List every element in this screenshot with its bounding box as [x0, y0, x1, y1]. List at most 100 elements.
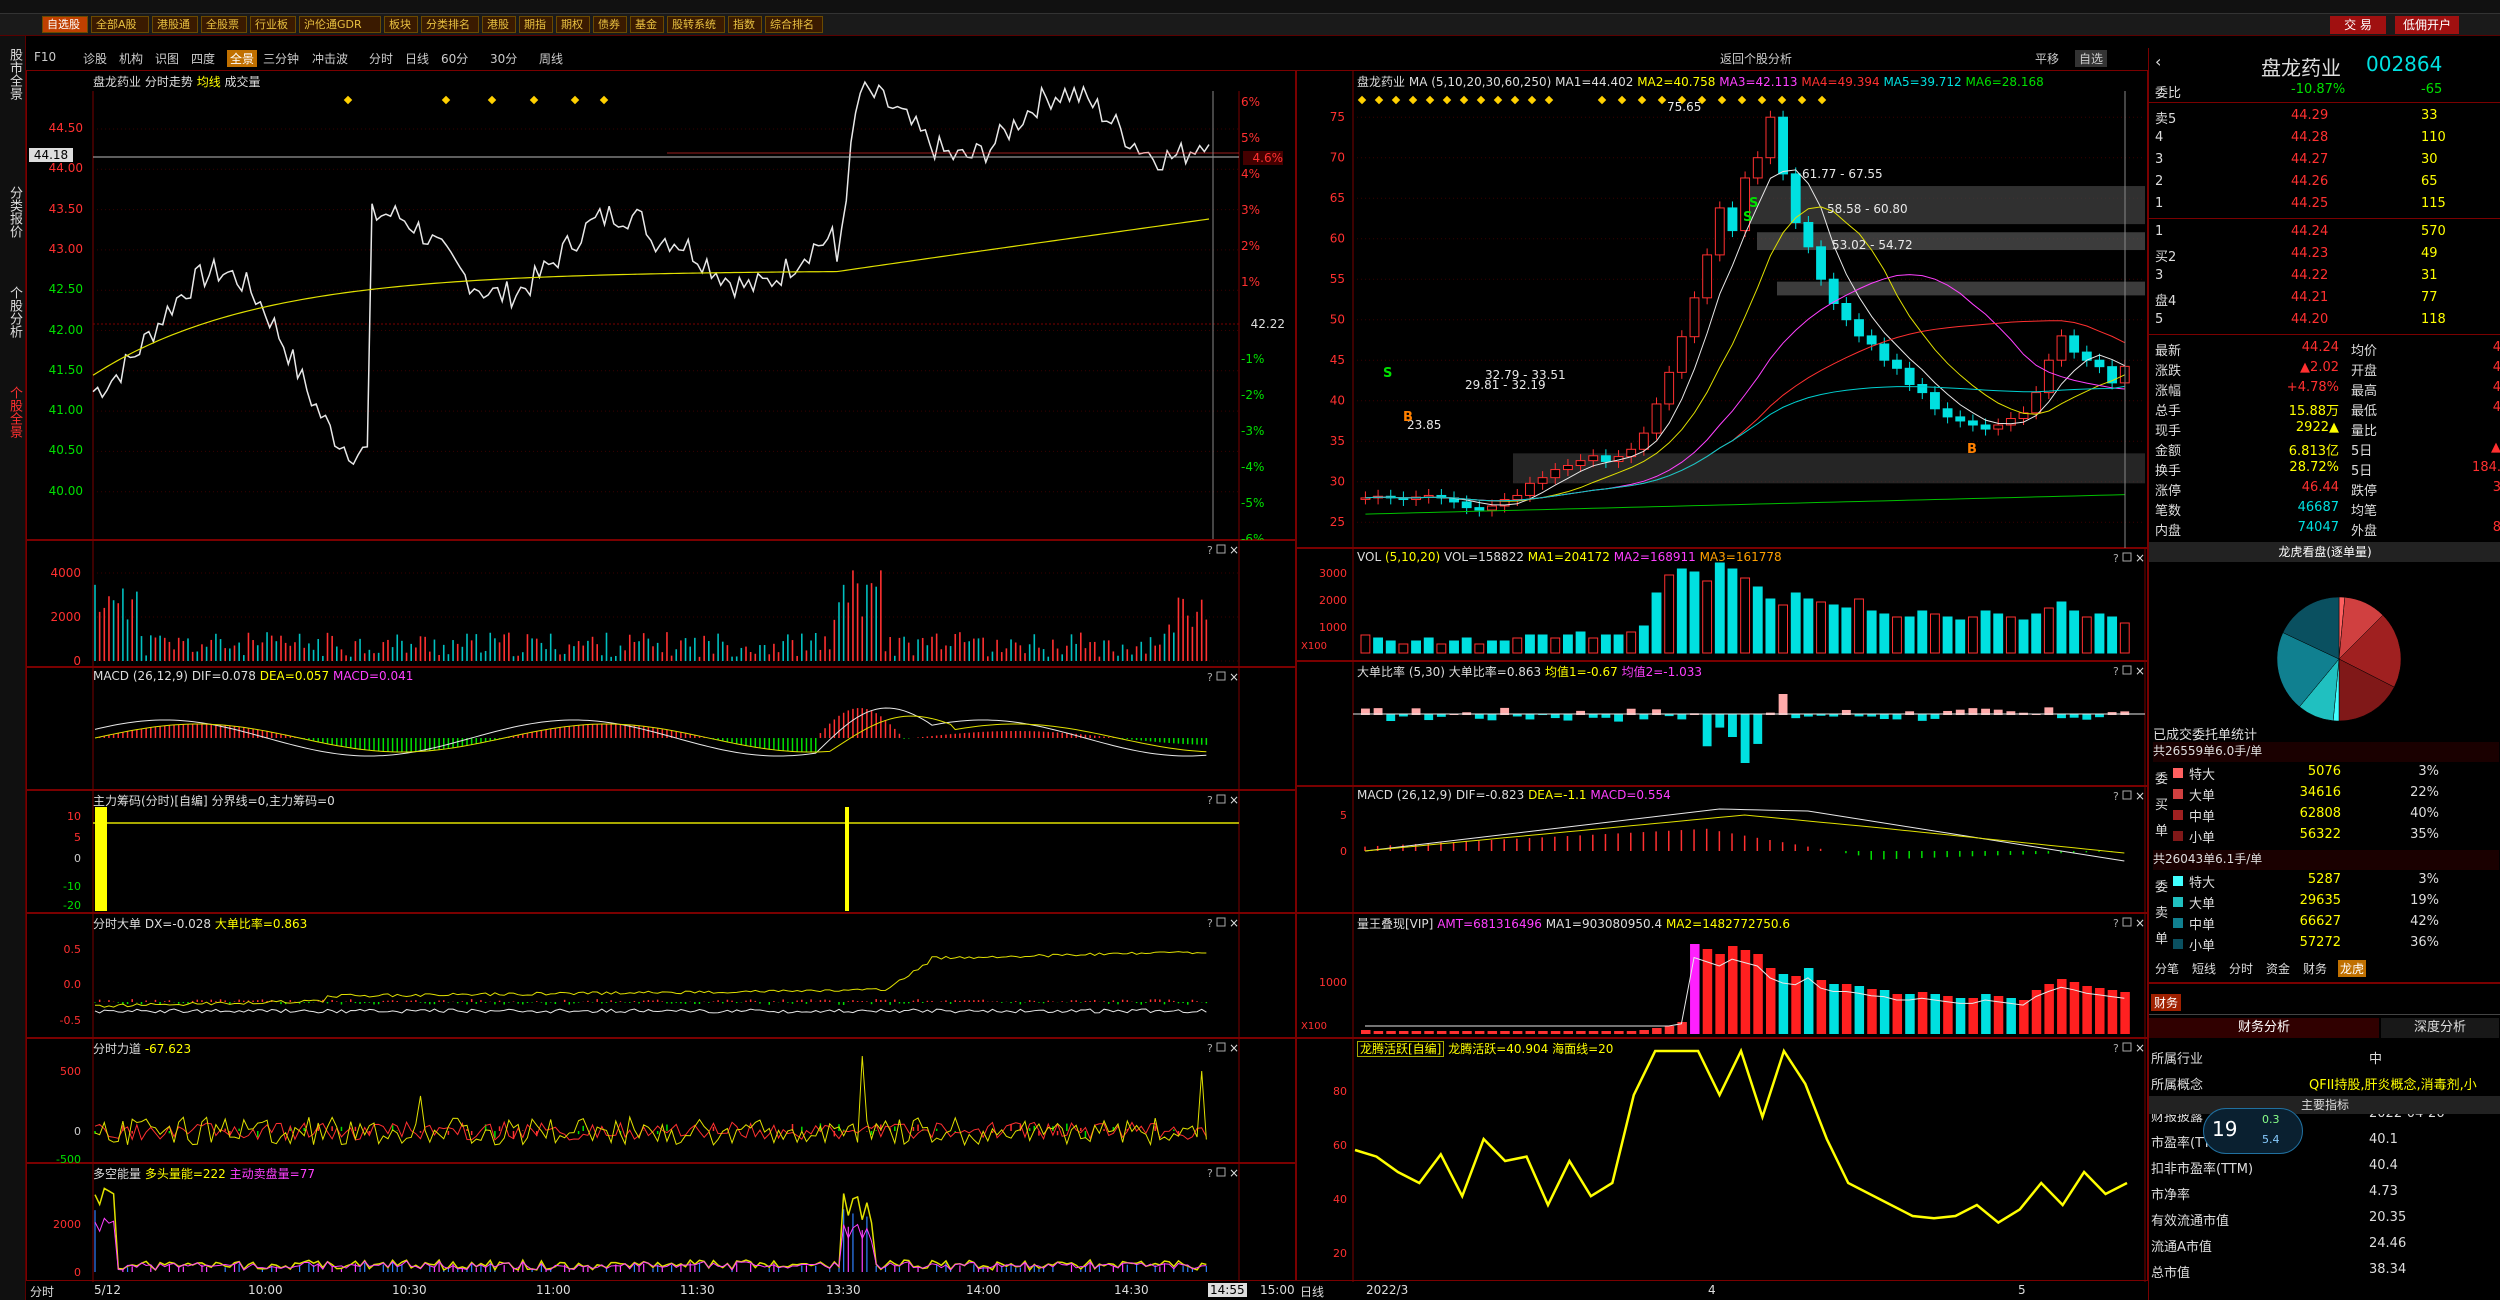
- quote-bottom-tab[interactable]: 短线: [2190, 960, 2218, 977]
- stat-row: 现手 2922▲ 量比: [2151, 418, 2500, 440]
- side-label: 委: [2155, 880, 2169, 895]
- ddadan-bar: [2069, 714, 2079, 718]
- ddadan-bar: [1601, 714, 1611, 718]
- market-tab[interactable]: 沪伦通GDR: [299, 16, 381, 33]
- force-chart: ? ×5000-500: [56, 1039, 1240, 1166]
- candle: [1525, 482, 1535, 496]
- subbar-item[interactable]: 三分钟: [263, 50, 299, 67]
- ddadan-bar: [1563, 714, 1573, 721]
- finance-analysis-tab[interactable]: 财务分析: [2149, 1018, 2379, 1038]
- subbar-item[interactable]: 识图: [155, 50, 179, 67]
- order-volume: 56322: [2299, 827, 2341, 842]
- open-account-button[interactable]: 低佣开户: [2395, 16, 2459, 34]
- dvol-bar: [1487, 640, 1497, 654]
- candle: [2043, 359, 2054, 394]
- subbar-item[interactable]: F10: [34, 50, 56, 64]
- subbar-item[interactable]: 分时: [369, 50, 393, 67]
- stat-row: 金额 6.813亿 5日 ▲: [2151, 438, 2500, 460]
- stat-value: 4: [2492, 380, 2500, 395]
- market-tab[interactable]: 板块: [384, 16, 418, 33]
- signal-marker: B: [1967, 442, 1977, 457]
- candle: [1879, 343, 1890, 361]
- trade-button[interactable]: 交 易: [2330, 16, 2386, 34]
- subbar-item[interactable]: 日线: [405, 50, 429, 67]
- candle: [1942, 408, 1953, 418]
- left-nav-item-panorama[interactable]: 个股全景: [2, 386, 22, 438]
- left-nav-item-stock[interactable]: 个股分析: [2, 286, 22, 338]
- quote-bottom-tab[interactable]: 龙虎: [2338, 960, 2367, 977]
- price-line: [92, 80, 1210, 466]
- depth-analysis-tab[interactable]: 深度分析: [2381, 1018, 2499, 1038]
- market-tab[interactable]: 债券: [593, 16, 627, 33]
- pan-button[interactable]: 平移: [2035, 50, 2059, 67]
- market-tab[interactable]: 行业板: [250, 16, 296, 33]
- amt-bar: [1474, 1031, 1485, 1034]
- dvol-bar: [2094, 613, 2105, 654]
- left-nav-item-category[interactable]: 分类报价: [2, 186, 22, 238]
- candle: [1854, 319, 1864, 337]
- market-tab[interactable]: 全部A股: [91, 16, 149, 33]
- quote-bottom-tab[interactable]: 分时: [2227, 960, 2255, 977]
- dvol-bar: [1474, 643, 1485, 654]
- cell: 44.20: [2291, 312, 2329, 327]
- finance-tab[interactable]: 财务: [2151, 994, 2182, 1011]
- subbar-item[interactable]: 周线: [539, 50, 563, 67]
- market-tab[interactable]: 自选股: [42, 16, 88, 33]
- network-speed-widget[interactable]: 19 0.3 5.4: [2203, 1108, 2303, 1154]
- ddadan-bar: [1740, 714, 1750, 763]
- watchlist-select[interactable]: 自选: [2075, 50, 2108, 67]
- side-label: 单: [2155, 932, 2169, 947]
- stat-value: 3: [2492, 480, 2500, 495]
- price-zone-label: 53.02 - 54.72: [1832, 238, 1913, 252]
- zhuli-tick: -10: [63, 880, 81, 893]
- subbar-item[interactable]: 四度: [191, 50, 215, 67]
- stat-label: 内盘: [2155, 524, 2182, 539]
- subbar-item[interactable]: 30分: [490, 50, 517, 67]
- period-button[interactable]: 日线: [1300, 1283, 1324, 1300]
- subbar-item[interactable]: 冲击波: [312, 50, 348, 67]
- market-tab[interactable]: 分类排名: [421, 16, 479, 33]
- quote-bottom-tab[interactable]: 资金: [2264, 960, 2292, 977]
- left-nav-item-market[interactable]: 股市全景: [2, 48, 22, 100]
- cell: 118: [2421, 312, 2446, 327]
- market-tab[interactable]: 基金: [630, 16, 664, 33]
- ddadan-bar: [1879, 714, 1889, 720]
- stat-value: 6.813亿: [2288, 444, 2339, 459]
- subbar-item[interactable]: 机构: [119, 50, 143, 67]
- quote-bottom-tab[interactable]: 财务: [2301, 960, 2329, 977]
- dvol-bar: [1866, 610, 1877, 654]
- candle: [1474, 507, 1485, 511]
- ddadan-bar: [2082, 714, 2092, 720]
- longhu-tick: 60: [1333, 1139, 1347, 1152]
- dvol-bar: [1423, 637, 1434, 654]
- daily-amt-chart: ? × 1000 X100: [1301, 914, 2146, 1039]
- quote-bottom-tab[interactable]: 分笔: [2153, 960, 2181, 977]
- daily-longhu-panel: 龙腾活跃[自编] 龙腾活跃=40.904 海面线=20 ? × 80 60 40 20: [1296, 1038, 2148, 1282]
- pct-tick: 6%: [1241, 95, 1261, 109]
- pct-tick: -2%: [1241, 388, 1265, 402]
- market-tab[interactable]: 综合排名: [765, 16, 823, 33]
- dvol-bar: [2005, 616, 2016, 654]
- back-arrow-icon[interactable]: ‹: [2155, 52, 2161, 71]
- market-tab[interactable]: 股转系统: [667, 16, 725, 33]
- dvol-bar: [1537, 634, 1548, 654]
- market-tab[interactable]: 港股: [482, 16, 516, 33]
- finance-key: 市净率: [2151, 1188, 2191, 1203]
- subbar-item[interactable]: 诊股: [83, 50, 107, 67]
- market-tab[interactable]: 期权: [556, 16, 590, 33]
- market-tab[interactable]: 期指: [519, 16, 553, 33]
- stat-label: 均笔: [2351, 504, 2378, 519]
- market-tab[interactable]: 全股票: [201, 16, 247, 33]
- kline-price-tick: 70: [1330, 151, 1345, 165]
- amt-bar: [1614, 1031, 1624, 1034]
- finance-value: 40.1: [2369, 1132, 2398, 1147]
- market-tab[interactable]: 港股通: [152, 16, 198, 33]
- time-mode-button[interactable]: 分时: [30, 1283, 54, 1300]
- back-to-analysis-link[interactable]: 返回个股分析: [1720, 50, 1792, 67]
- cell: 3: [2155, 152, 2164, 167]
- market-tab[interactable]: 指数: [728, 16, 762, 33]
- amt-bar: [1361, 1030, 1371, 1034]
- subbar-item[interactable]: 全景: [227, 50, 258, 67]
- price-tick: 41.00: [48, 403, 83, 418]
- subbar-item[interactable]: 60分: [441, 50, 468, 67]
